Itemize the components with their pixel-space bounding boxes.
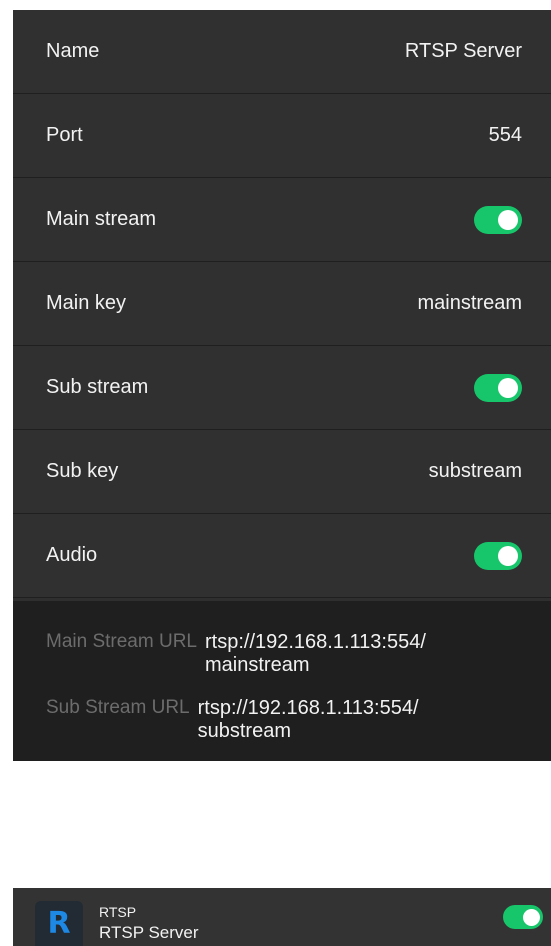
- setting-row-port[interactable]: Port 554: [13, 94, 551, 178]
- main-stream-url-value[interactable]: rtsp://192.168.1.113:554/ mainstream: [205, 631, 475, 677]
- main-key-value: mainstream: [417, 292, 522, 314]
- port-value: 554: [488, 124, 522, 146]
- toggle-knob: [498, 377, 518, 398]
- sub-stream-label: Sub stream: [46, 376, 149, 398]
- sub-stream-toggle[interactable]: [474, 373, 522, 402]
- setting-row-sub-stream: Sub stream: [13, 346, 551, 430]
- sub-key-value: substream: [428, 460, 522, 482]
- sub-stream-url-value[interactable]: rtsp://192.168.1.113:554/ substream: [198, 697, 488, 743]
- port-label: Port: [46, 124, 83, 146]
- audio-toggle[interactable]: [474, 541, 522, 570]
- name-value: RTSP Server: [404, 40, 522, 62]
- main-stream-label: Main stream: [46, 208, 157, 230]
- rtsp-settings-panel: Name RTSP Server Port 554 Main stream Ma…: [13, 10, 551, 761]
- main-key-label: Main key: [46, 292, 127, 314]
- toggle-knob: [522, 908, 540, 926]
- sub-key-label: Sub key: [46, 460, 119, 482]
- toggle-knob: [498, 209, 518, 230]
- name-label: Name: [46, 40, 100, 62]
- setting-row-name[interactable]: Name RTSP Server: [13, 10, 551, 94]
- setting-row-main-stream: Main stream: [13, 178, 551, 262]
- app-enable-toggle[interactable]: [503, 905, 543, 929]
- main-stream-toggle[interactable]: [474, 205, 522, 234]
- app-name: RTSP: [99, 904, 137, 920]
- setting-row-sub-key[interactable]: Sub key substream: [13, 430, 551, 514]
- toggle-knob: [498, 545, 518, 566]
- rtsp-app-card[interactable]: R RTSP RTSP Server: [13, 888, 551, 946]
- setting-row-audio: Audio: [13, 514, 551, 598]
- sub-stream-url-label: Sub Stream URL: [46, 697, 190, 718]
- rtsp-app-icon: R: [35, 901, 83, 946]
- main-stream-url-row: Main Stream URL rtsp://192.168.1.113:554…: [46, 631, 475, 677]
- sub-stream-url-row: Sub Stream URL rtsp://192.168.1.113:554/…: [46, 697, 488, 743]
- main-stream-url-label: Main Stream URL: [46, 631, 197, 652]
- app-subtitle: RTSP Server: [99, 923, 199, 942]
- audio-label: Audio: [46, 544, 98, 566]
- setting-row-main-key[interactable]: Main key mainstream: [13, 262, 551, 346]
- stream-url-section: Main Stream URL rtsp://192.168.1.113:554…: [13, 601, 551, 761]
